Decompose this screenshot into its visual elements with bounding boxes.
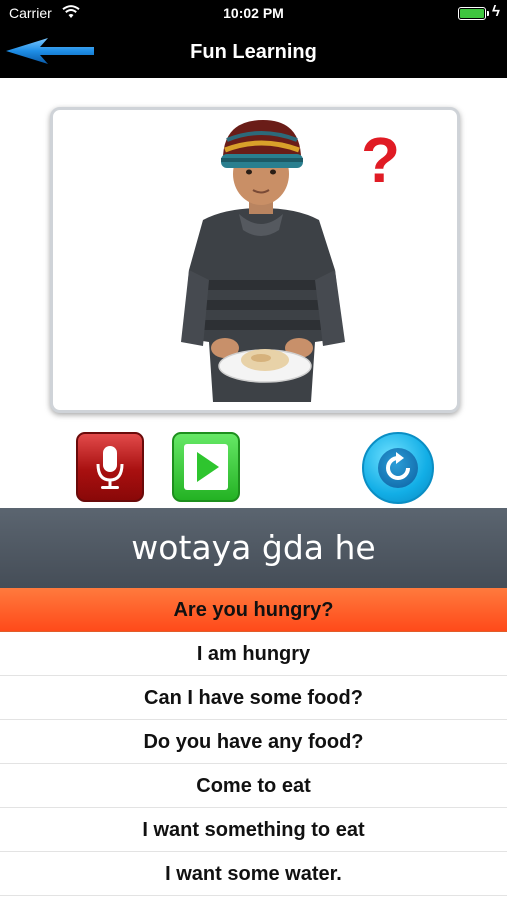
play-icon <box>197 452 219 482</box>
top-bar: Carrier 10:02 PM ϟ Fun Learning <box>0 0 507 78</box>
battery-icon <box>458 7 486 20</box>
status-time: 10:02 PM <box>223 5 284 21</box>
list-item[interactable]: I want some water. <box>0 852 507 896</box>
play-button[interactable] <box>172 432 240 502</box>
list-item[interactable]: Can I have some food? <box>0 676 507 720</box>
microphone-icon <box>96 446 124 489</box>
page-title: Fun Learning <box>190 41 317 63</box>
replay-icon <box>386 452 410 480</box>
list-item[interactable]: Do you have any food? <box>0 720 507 764</box>
record-button[interactable] <box>76 432 144 502</box>
charging-icon: ϟ <box>492 3 500 20</box>
play-frame <box>184 444 228 490</box>
replay-button[interactable] <box>362 432 434 504</box>
list-item[interactable]: I want something to eat <box>0 808 507 852</box>
list-item[interactable]: Are you hungry? <box>0 588 507 632</box>
child-offering-food-illustration: ? <box>65 120 445 402</box>
list-item[interactable]: Come to eat <box>0 764 507 808</box>
list-item[interactable]: I am hungry <box>0 632 507 676</box>
phrase-list: Are you hungry? I am hungry Can I have s… <box>0 588 507 896</box>
question-mark-icon: ? <box>361 124 400 196</box>
status-bar: Carrier 10:02 PM ϟ <box>0 0 507 28</box>
battery-tip <box>487 11 489 16</box>
replay-disc <box>378 448 418 488</box>
phrase-banner: wotaya ġda he <box>0 508 507 588</box>
lesson-image: ? <box>50 107 460 413</box>
